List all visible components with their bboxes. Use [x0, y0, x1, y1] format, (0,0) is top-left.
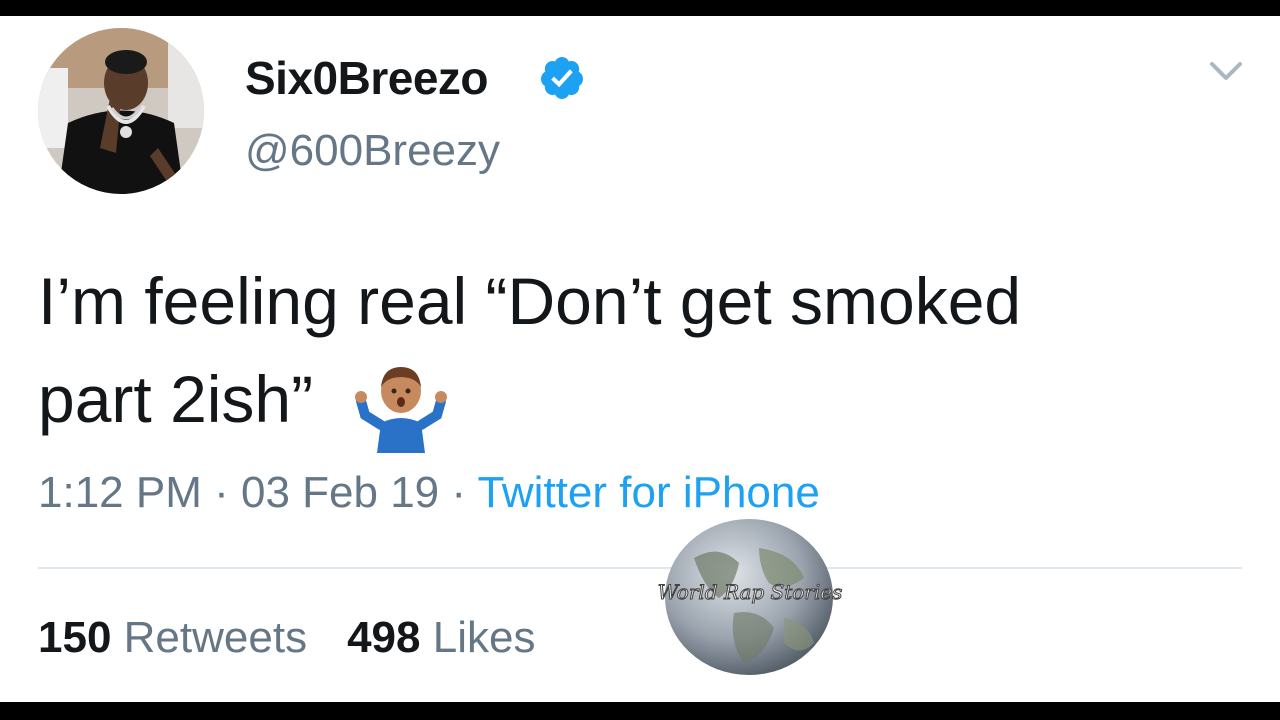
- retweets-stat[interactable]: 150 Retweets: [38, 613, 307, 662]
- tweet-text-line: I’m feeling real “Don’t get smoked: [38, 264, 1022, 338]
- watermark-text: World Rap Stories: [657, 580, 843, 605]
- tweet-card: Six0Breezo @600Breezy I’m feeling real “…: [0, 16, 1280, 702]
- likes-count: 498: [347, 613, 421, 662]
- separator: ·: [201, 468, 241, 517]
- chevron-down-icon[interactable]: [1206, 56, 1246, 86]
- watermark-logo: World Rap Stories: [657, 518, 843, 676]
- separator: ·: [439, 468, 478, 517]
- tweet-source-link[interactable]: Twitter for iPhone: [477, 468, 819, 517]
- tweet-text: I’m feeling real “Don’t get smoked part …: [38, 252, 1238, 453]
- retweets-count: 150: [38, 613, 112, 662]
- tweet-date[interactable]: 03 Feb 19: [241, 468, 439, 517]
- man-shrugging-emoji-icon: [355, 366, 448, 453]
- tweet-metadata: 1:12 PM · 03 Feb 19 · Twitter for iPhone: [38, 464, 820, 522]
- tweet-text-line-2: part 2ish”: [38, 350, 1238, 453]
- divider: [38, 567, 1242, 569]
- tweet-stats: 150 Retweets 498 Likes: [38, 610, 535, 666]
- likes-stat[interactable]: 498 Likes: [347, 613, 535, 662]
- tweet-text-fragment: part 2ish”: [38, 362, 314, 436]
- avatar-image: [38, 28, 204, 194]
- tweet-time: 1:12 PM: [38, 468, 202, 517]
- retweets-label: Retweets: [123, 613, 308, 662]
- user-handle[interactable]: @600Breezy: [245, 124, 500, 178]
- likes-label: Likes: [432, 613, 536, 662]
- display-name[interactable]: Six0Breezo: [245, 50, 489, 106]
- avatar[interactable]: [38, 28, 204, 194]
- verified-badge-icon: [540, 57, 583, 99]
